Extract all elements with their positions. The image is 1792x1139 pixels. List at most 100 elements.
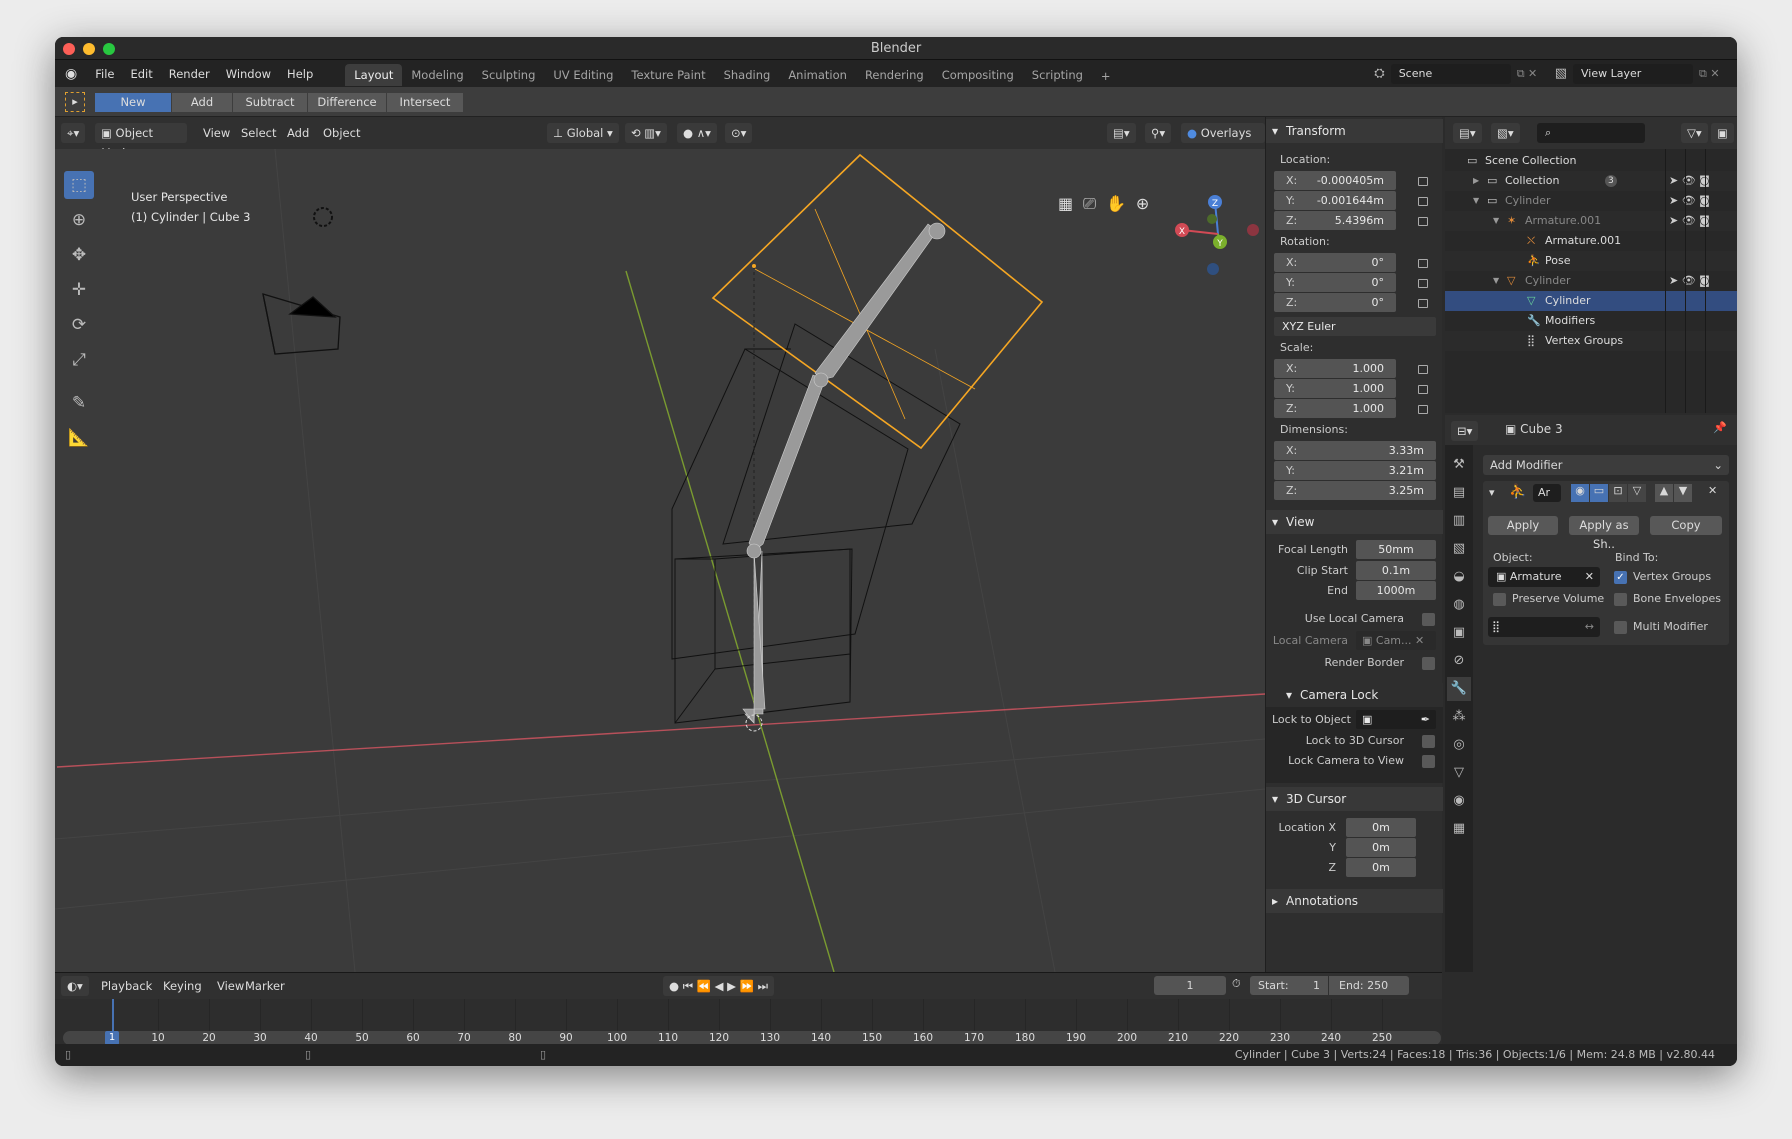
scale-field-x[interactable]: X: 1.000 (1274, 359, 1396, 378)
view-layer-icon[interactable]: ▧ (1555, 66, 1567, 81)
mode-intersect-button[interactable]: Intersect (387, 93, 463, 112)
cursor-x-field[interactable]: 0m (1346, 818, 1416, 837)
mode-new-button[interactable]: New (95, 93, 171, 112)
modifiers-tab-icon[interactable]: 🔧 (1447, 677, 1471, 701)
object-data-tab-icon[interactable]: ▽ (1447, 761, 1471, 785)
pivot-snap-icon[interactable]: ⟲ ▥▾ (625, 123, 667, 143)
object-tab-icon[interactable]: ▣ (1447, 621, 1471, 645)
viewport-menu-select[interactable]: Select (235, 123, 282, 143)
lock-icon[interactable] (1418, 259, 1428, 268)
3d-viewport[interactable]: Z X Y User Perspective (1) Cylinder | Cu… (55, 149, 1265, 972)
visibility-icons[interactable]: ➤ 👁 ◙ (1669, 191, 1710, 211)
properties-editor-type-icon[interactable]: ⊟▾ (1451, 421, 1479, 441)
remove-modifier-icon[interactable]: ✕ (1708, 484, 1717, 497)
workspace-tab-rendering[interactable]: Rendering (856, 64, 933, 86)
menu-window[interactable]: Window (218, 67, 279, 81)
cursor-z-field[interactable]: 0m (1346, 858, 1416, 877)
transform-panel-header[interactable]: ▾ Transform (1266, 119, 1443, 143)
lock-icon[interactable] (1418, 197, 1428, 206)
rotation-mode-dropdown[interactable]: XYZ Euler (1274, 317, 1436, 336)
move-down-icon[interactable]: ▼ (1674, 484, 1692, 502)
outliner-item[interactable]: ⣿ Vertex Groups (1445, 331, 1737, 351)
timeline-editor-type-icon[interactable]: ◐▾ (61, 976, 89, 996)
physics-tab-icon[interactable]: ◎ (1447, 733, 1471, 757)
lock-icon[interactable] (1418, 177, 1428, 186)
use-local-camera-checkbox[interactable] (1422, 613, 1435, 626)
constraints-tab-icon[interactable]: ⊘ (1447, 649, 1471, 673)
cursor-tool-icon[interactable]: ⊕ (64, 206, 94, 234)
modifier-name-input[interactable]: Ar (1533, 484, 1561, 502)
new-collection-icon[interactable]: ▣ (1711, 123, 1734, 143)
scene-icon[interactable]: ⛭ (1374, 66, 1384, 81)
scene-copy-remove-icon[interactable]: ⧉ ✕ (1511, 67, 1555, 81)
proportional-falloff-icon[interactable]: ⊙▾ (725, 123, 753, 143)
texture-tab-icon[interactable]: ▦ (1447, 817, 1471, 841)
dimensions-field-z[interactable]: Z: 3.25m (1274, 481, 1436, 500)
local-camera-field[interactable]: ▣ Cam... ✕ (1356, 631, 1436, 650)
copy-modifier-button[interactable]: Copy (1650, 516, 1722, 535)
workspace-tab-uv-editing[interactable]: UV Editing (544, 64, 622, 86)
outliner-item[interactable]: ▼ ▽ Cylinder ➤ 👁 ◙ (1445, 271, 1737, 291)
maximize-window-button[interactable] (103, 43, 115, 55)
outliner-item[interactable]: ⛌ Armature.001 (1445, 231, 1737, 251)
mode-subtract-button[interactable]: Subtract (233, 93, 307, 112)
playhead[interactable] (112, 999, 115, 1033)
view-panel-header[interactable]: ▾ View (1266, 510, 1443, 534)
orientation-dropdown[interactable]: ⊥ Global ▾ (547, 123, 619, 143)
view-layer-tab-icon[interactable]: ▧ (1447, 537, 1471, 561)
bone-envelopes-checkbox[interactable] (1614, 593, 1627, 606)
vertex-groups-checkbox[interactable]: ✓ (1614, 571, 1627, 584)
mode-difference-button[interactable]: Difference (308, 93, 386, 112)
expand-toggle-icon[interactable]: ▶ (1473, 171, 1479, 191)
focal-length-field[interactable]: 50mm (1356, 540, 1436, 559)
view-layer-copy-remove-icon[interactable]: ⧉ ✕ (1693, 67, 1737, 81)
location-field-y[interactable]: Y: -0.001644m (1274, 191, 1396, 210)
scale-field-y[interactable]: Y: 1.000 (1274, 379, 1396, 398)
3d-cursor-panel-header[interactable]: ▾ 3D Cursor (1266, 787, 1443, 811)
workspace-tab-shading[interactable]: Shading (715, 64, 780, 86)
expand-toggle-icon[interactable]: ▼ (1493, 211, 1499, 231)
current-frame-field[interactable]: 1 (1154, 976, 1226, 995)
location-field-x[interactable]: X: -0.000405m (1274, 171, 1396, 190)
menu-help[interactable]: Help (279, 67, 321, 81)
visibility-icons[interactable]: ➤ 👁 ◙ (1669, 171, 1710, 191)
armature-object-field[interactable]: ▣ Armature ✕ (1488, 567, 1600, 587)
viewport-menu-view[interactable]: View (197, 123, 236, 143)
select-box-tool-icon[interactable]: ▸ (65, 92, 85, 112)
lock-icon[interactable] (1418, 217, 1428, 226)
mode-add-button[interactable]: Add (172, 93, 232, 112)
rotate-tool-icon[interactable]: ⟳ (64, 311, 94, 339)
zoom-icon[interactable]: ⊕ (1136, 194, 1149, 214)
playback-controls[interactable]: ● ⏮ ⏪ ◀ ▶ ⏩ ⏭ (663, 976, 774, 996)
annotate-tool-icon[interactable]: ✎ (64, 389, 94, 417)
timeline-menu-keying[interactable]: Keying (157, 976, 208, 996)
render-border-checkbox[interactable] (1422, 657, 1435, 670)
scene-selector[interactable]: Scene (1390, 63, 1511, 84)
annotations-panel-header[interactable]: ▸ Annotations (1266, 889, 1443, 913)
close-window-button[interactable] (63, 43, 75, 55)
lock-icon[interactable] (1418, 299, 1428, 308)
expand-toggle-icon[interactable]: ▼ (1473, 191, 1479, 211)
timeline-menu-marker[interactable]: Marker (239, 976, 291, 996)
end-frame-field[interactable]: End: 250 (1329, 976, 1409, 995)
outliner-search-input[interactable]: ⌕ (1537, 123, 1645, 143)
cage-toggle-icon[interactable]: ▽ (1628, 484, 1646, 502)
clip-end-field[interactable]: 1000m (1356, 581, 1436, 600)
rotation-field-z[interactable]: Z: 0° (1274, 293, 1396, 312)
display-mode-icon[interactable]: ▧▾ (1491, 123, 1520, 143)
menu-file[interactable]: File (87, 67, 122, 81)
snap-proportional-icon[interactable]: ● ∧▾ (677, 123, 717, 143)
render-tab-icon[interactable]: ▤ (1447, 481, 1471, 505)
add-modifier-dropdown[interactable]: Add Modifier ⌄ (1483, 455, 1729, 475)
lock-icon[interactable] (1418, 385, 1428, 394)
output-tab-icon[interactable]: ▥ (1447, 509, 1471, 533)
workspace-tab-compositing[interactable]: Compositing (933, 64, 1023, 86)
translate-tool-icon[interactable]: ✛ (64, 276, 94, 304)
particles-tab-icon[interactable]: ⁂ (1447, 705, 1471, 729)
lock-icon[interactable] (1418, 405, 1428, 414)
cursor-y-field[interactable]: 0m (1346, 838, 1416, 857)
lock-icon[interactable] (1418, 279, 1428, 288)
pin-icon[interactable]: 📌 (1713, 421, 1727, 434)
move-tool-icon[interactable]: ✥ (64, 241, 94, 269)
gizmos-icon[interactable]: ⚲▾ (1145, 123, 1172, 143)
